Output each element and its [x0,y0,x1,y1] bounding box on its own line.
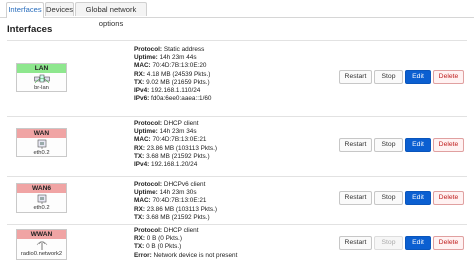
detail-label: RX: [134,144,146,152]
detail-value: 14h 23m 44s [157,54,197,62]
detail-label: TX: [134,152,145,160]
detail-label: IPv4: [134,87,150,95]
detail-label: Protocol: [134,120,163,127]
detail-label: MAC: [134,197,151,205]
ethernet-icon [37,139,46,149]
stop-button[interactable]: Stop [374,70,403,84]
detail-value: 14h 23m 34s [157,128,197,136]
detail-label: RX: [134,205,146,213]
interface-wan-details: Protocol: DHCP client Uptime: 14h 23m 34… [134,120,217,169]
interface-device: radio0.network2 [20,251,63,257]
detail-value: DHCPv6 client [162,181,206,188]
detail-value: Network device is not present [151,251,238,259]
restart-button[interactable]: Restart [339,191,372,205]
detail-value: 23.86 MB (103113 Pkts.) [145,144,218,152]
detail-value: 192.168.1.20/24 [149,161,198,169]
detail-label: TX: [134,213,145,221]
interface-device: eth0.2 [33,205,50,211]
detail-label: MAC: [134,136,151,144]
delete-button[interactable]: Delete [433,191,464,205]
row-divider [7,176,467,177]
detail-label: Uptime: [134,189,158,197]
detail-value: 9.02 MB (21659 Pkts.) [144,78,210,86]
row-divider [7,116,467,117]
detail-label: Error: [134,251,152,259]
detail-value: 3.68 MB (21592 Pkts.) [144,213,210,221]
detail-label: Protocol: [134,46,163,53]
tab-interfaces[interactable]: Interfaces [6,2,44,18]
detail-value: 70:4D:7B:13:0E:21 [150,197,207,205]
interface-name: LAN [17,64,66,73]
detail-label: TX: [134,78,145,86]
detail-label: RX: [134,70,146,78]
detail-value: DHCP client [162,120,199,127]
detail-value: 70:4D:7B:13:0E:20 [150,62,207,70]
interface-wan6-badge: WAN6 eth0.2 [16,183,67,213]
interface-lan-details: Protocol: Static address Uptime: 14h 23m… [134,46,211,103]
detail-value: 14h 23m 30s [157,189,197,197]
bridge-icon [33,74,50,84]
delete-button[interactable]: Delete [433,70,464,84]
detail-value: DHCP client [162,227,199,234]
interface-wan6-details: Protocol: DHCPv6 client Uptime: 14h 23m … [134,181,217,222]
detail-label: Uptime: [134,54,158,62]
detail-label: IPv4: [134,161,150,169]
detail-value: 23.86 MB (103113 Pkts.) [145,205,218,213]
detail-value: fd0a:6ee0:aaea::1/60 [149,95,212,103]
detail-label: Protocol: [134,181,163,188]
tab-bar: Interfaces Devices Global network option… [0,0,474,28]
detail-value: 70:4D:7B:13:0E:21 [150,136,207,144]
interface-lan-badge: LAN br-lan [16,63,67,92]
detail-value: 3.68 MB (21592 Pkts.) [144,152,210,160]
detail-label: TX: [134,243,145,251]
interface-wwan-details: Protocol: DHCP client RX: 0 B (0 Pkts.) … [134,227,237,260]
interface-device: br-lan [34,85,49,91]
detail-value: 4.18 MB (24539 Pkts.) [145,70,211,78]
interface-wwan-badge: WWAN radio0.network2 [16,229,67,260]
interface-wan-badge: WAN eth0.2 [16,128,67,157]
detail-value: 192.168.1.110/24 [149,87,201,95]
tab-global-network-options[interactable]: Global network options [75,2,147,28]
delete-button[interactable]: Delete [433,236,464,250]
restart-button[interactable]: Restart [339,70,372,84]
section-title: Interfaces [7,24,53,35]
tab-devices[interactable]: Devices [45,2,74,16]
detail-label: Uptime: [134,128,158,136]
edit-button[interactable]: Edit [405,191,431,205]
ethernet-icon [37,194,46,204]
detail-value: 0 B (0 Pkts.) [144,243,182,251]
detail-value: Static address [162,46,205,53]
interface-name: WAN [17,129,66,138]
restart-button[interactable]: Restart [339,138,372,152]
edit-button[interactable]: Edit [405,138,431,152]
edit-button[interactable]: Edit [405,236,431,250]
detail-label: RX: [134,235,146,243]
stop-button[interactable]: Stop [374,236,403,250]
row-divider [7,40,467,41]
detail-value: 0 B (0 Pkts.) [145,235,182,243]
detail-label: MAC: [134,62,151,70]
interface-device: eth0.2 [33,150,50,156]
delete-button[interactable]: Delete [433,138,464,152]
row-divider [7,224,467,225]
interface-name: WAN6 [17,184,66,193]
stop-button[interactable]: Stop [374,191,403,205]
wireless-icon [36,241,47,250]
detail-label: Protocol: [134,227,163,234]
restart-button[interactable]: Restart [339,236,372,250]
interface-name: WWAN [17,230,66,239]
stop-button[interactable]: Stop [374,138,403,152]
detail-label: IPv6: [134,95,150,103]
edit-button[interactable]: Edit [405,70,431,84]
